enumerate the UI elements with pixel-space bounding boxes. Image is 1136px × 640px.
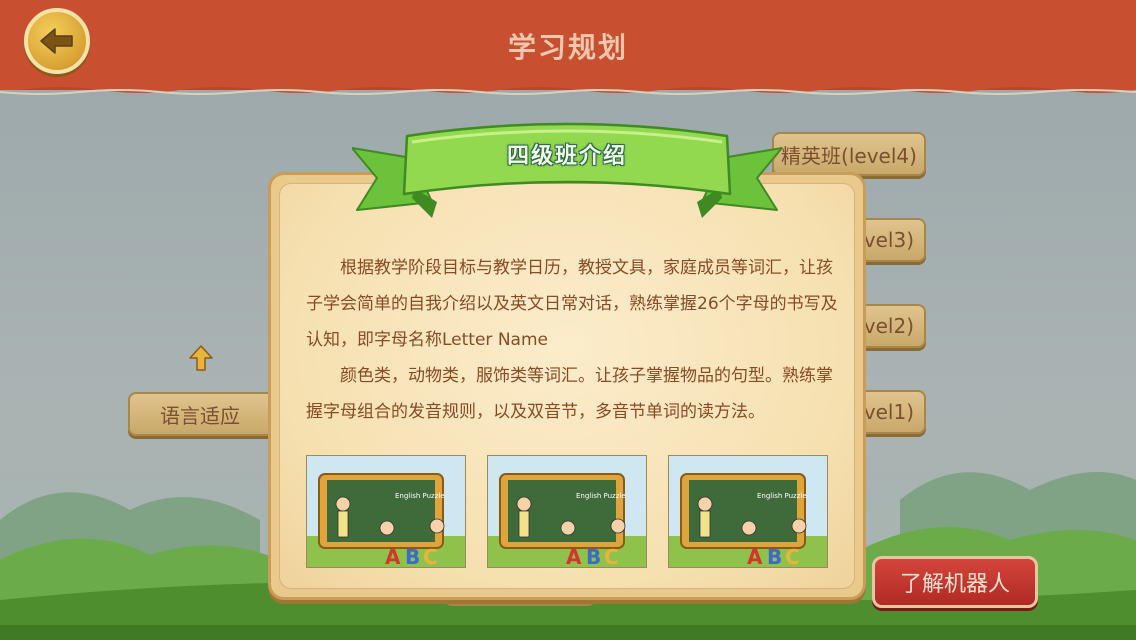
header-bar: 学习规划 bbox=[0, 0, 1136, 90]
thumbnail-caption: English Puzzle bbox=[757, 492, 807, 500]
thumbnail-caption: English Puzzle bbox=[576, 492, 626, 500]
svg-text:A: A bbox=[385, 545, 401, 568]
dialog-description: 根据教学阶段目标与教学日历，教授文具，家庭成员等词汇，让孩子学会简单的自我介绍以… bbox=[306, 250, 838, 430]
thumbnail-strip: English Puzzle A B C English Puzzle A B … bbox=[306, 455, 828, 568]
header-wave bbox=[0, 84, 1136, 95]
language-adapt-button[interactable]: 语言适应 bbox=[128, 392, 288, 436]
svg-text:C: C bbox=[604, 545, 619, 568]
lesson-thumbnail-1[interactable]: English Puzzle A B C bbox=[306, 455, 466, 568]
dialog-title: 四级班介绍 bbox=[506, 144, 627, 169]
classroom-illustration-icon: English Puzzle A B C bbox=[669, 456, 827, 568]
svg-text:A: A bbox=[747, 545, 763, 568]
up-arrow-icon bbox=[189, 345, 213, 371]
classroom-illustration-icon: English Puzzle A B C bbox=[488, 456, 646, 568]
learn-robot-button[interactable]: 了解机器人 bbox=[872, 556, 1038, 608]
svg-text:C: C bbox=[423, 545, 438, 568]
svg-text:A: A bbox=[566, 545, 582, 568]
classroom-illustration-icon: English Puzzle A B C bbox=[307, 456, 465, 568]
description-paragraph-2: 颜色类，动物类，服饰类等词汇。让孩子掌握物品的句型。熟练掌握字母组合的发音规则，… bbox=[306, 366, 833, 422]
lesson-thumbnail-2[interactable]: English Puzzle A B C bbox=[487, 455, 647, 568]
level4-button[interactable]: 精英班(level4) bbox=[772, 132, 926, 176]
page-title: 学习规划 bbox=[507, 31, 628, 64]
lesson-thumbnail-3[interactable]: English Puzzle A B C bbox=[668, 455, 828, 568]
title-ribbon bbox=[352, 122, 782, 218]
svg-text:C: C bbox=[785, 545, 800, 568]
svg-text:B: B bbox=[405, 545, 420, 568]
thumbnail-caption: English Puzzle bbox=[395, 492, 445, 500]
description-paragraph-1: 根据教学阶段目标与教学日历，教授文具，家庭成员等词汇，让孩子学会简单的自我介绍以… bbox=[306, 258, 838, 350]
svg-text:B: B bbox=[586, 545, 601, 568]
svg-text:B: B bbox=[767, 545, 782, 568]
